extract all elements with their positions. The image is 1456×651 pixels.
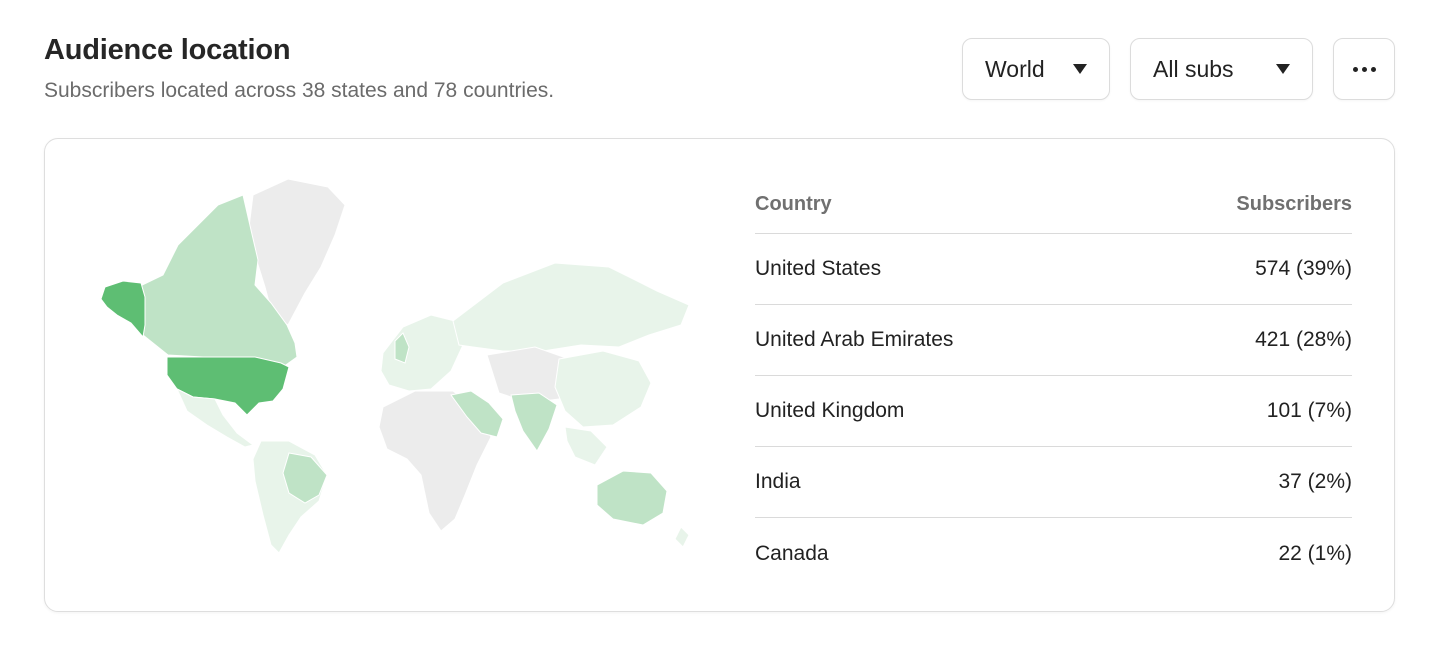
table-header: Country Subscribers [755,175,1352,234]
country-name: Canada [755,541,829,565]
map-region-australia[interactable] [596,470,668,526]
filter-controls: World All subs [962,38,1395,100]
table-row: India 37 (2%) [755,447,1352,518]
country-name: India [755,470,801,493]
region-dropdown-value: World [985,55,1045,82]
subscriber-count: 37 (2%) [1278,470,1352,493]
audience-dropdown[interactable]: All subs [1130,38,1313,100]
audience-dropdown-value: All subs [1153,55,1234,82]
column-header-subscribers: Subscribers [1236,192,1352,215]
subscriber-count: 22 (1%) [1278,541,1352,565]
map-region-india[interactable] [510,392,558,452]
country-name: United Kingdom [755,399,905,422]
column-header-country: Country [755,192,832,215]
section-title: Audience location [44,34,291,66]
subscriber-count: 421 (28%) [1255,328,1352,351]
table-row: United Arab Emirates 421 (28%) [755,305,1352,376]
more-options-button[interactable] [1333,38,1395,100]
table-row: United States 574 (39%) [755,234,1352,305]
map-region-east-asia[interactable] [554,350,652,428]
caret-down-icon [1073,64,1087,74]
region-dropdown[interactable]: World [962,38,1110,100]
map-region-europe[interactable] [380,314,464,392]
section-header: Audience location Subscribers located ac… [44,34,554,103]
more-dot [1361,66,1367,72]
more-dots-icon [1352,66,1358,72]
table-row: Canada 22 (1%) [755,518,1352,589]
map-region-russia[interactable] [452,262,690,352]
map-region-southeast-asia[interactable] [564,426,608,466]
location-card: Country Subscribers United States 574 (3… [44,138,1395,612]
table-row: United Kingdom 101 (7%) [755,376,1352,447]
subscriber-count: 101 (7%) [1266,399,1352,422]
caret-down-icon [1276,64,1290,74]
section-subtitle: Subscribers located across 38 states and… [44,79,555,102]
subscriber-count: 574 (39%) [1255,257,1352,280]
country-name: United Arab Emirates [755,328,954,351]
country-name: United States [755,257,882,280]
map-region-alaska[interactable] [100,280,146,339]
more-dot [1370,66,1376,72]
world-map [100,178,690,554]
country-table: Country Subscribers United States 574 (3… [755,175,1352,589]
map-region-new-zealand[interactable] [674,526,690,548]
